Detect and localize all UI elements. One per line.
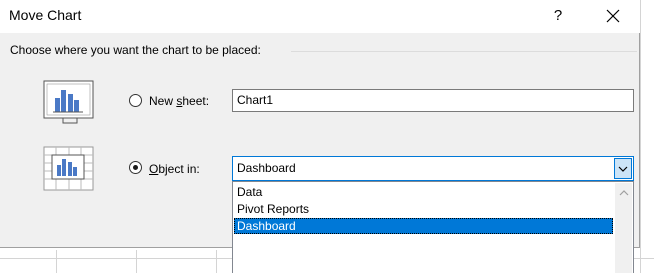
close-button[interactable] [598,2,628,30]
help-button[interactable]: ? [545,2,571,30]
grid-line [640,0,641,273]
dropdown-option-pivot-reports[interactable]: Pivot Reports [234,201,613,217]
object-in-selected-value: Dashboard [237,161,296,175]
object-in-combobox[interactable]: Dashboard [232,156,634,181]
new-sheet-label-prefix: New [149,94,177,108]
dropdown-scrollbar[interactable] [615,183,632,273]
grid-line [56,250,57,273]
section-divider [291,51,637,52]
object-in-chart-icon [43,146,94,191]
close-icon [606,9,620,23]
chevron-down-icon [618,166,628,172]
object-in-radio[interactable] [129,161,142,174]
object-in-label-suffix: bject in: [158,162,200,176]
dropdown-option-dashboard[interactable]: Dashboard [234,218,613,234]
grid-line [216,250,217,273]
object-in-label[interactable]: Object in: [149,162,200,176]
scroll-up-icon[interactable] [619,190,629,196]
dialog-title: Move Chart [9,7,82,23]
placement-label: Choose where you want the chart to be pl… [10,43,261,57]
new-sheet-name-input[interactable]: Chart1 [232,89,634,112]
new-sheet-chart-icon [43,80,94,124]
sheet-dropdown-list[interactable]: Data Pivot Reports Dashboard [232,181,634,273]
title-bar: Move Chart ? [0,0,640,33]
new-sheet-radio[interactable] [129,94,142,107]
dropdown-option-data[interactable]: Data [234,184,613,200]
grid-line [136,250,137,273]
new-sheet-label[interactable]: New sheet: [149,94,209,108]
object-in-label-accelerator: O [149,162,159,176]
dropdown-button[interactable] [614,158,632,179]
new-sheet-label-suffix: heet: [182,94,210,108]
